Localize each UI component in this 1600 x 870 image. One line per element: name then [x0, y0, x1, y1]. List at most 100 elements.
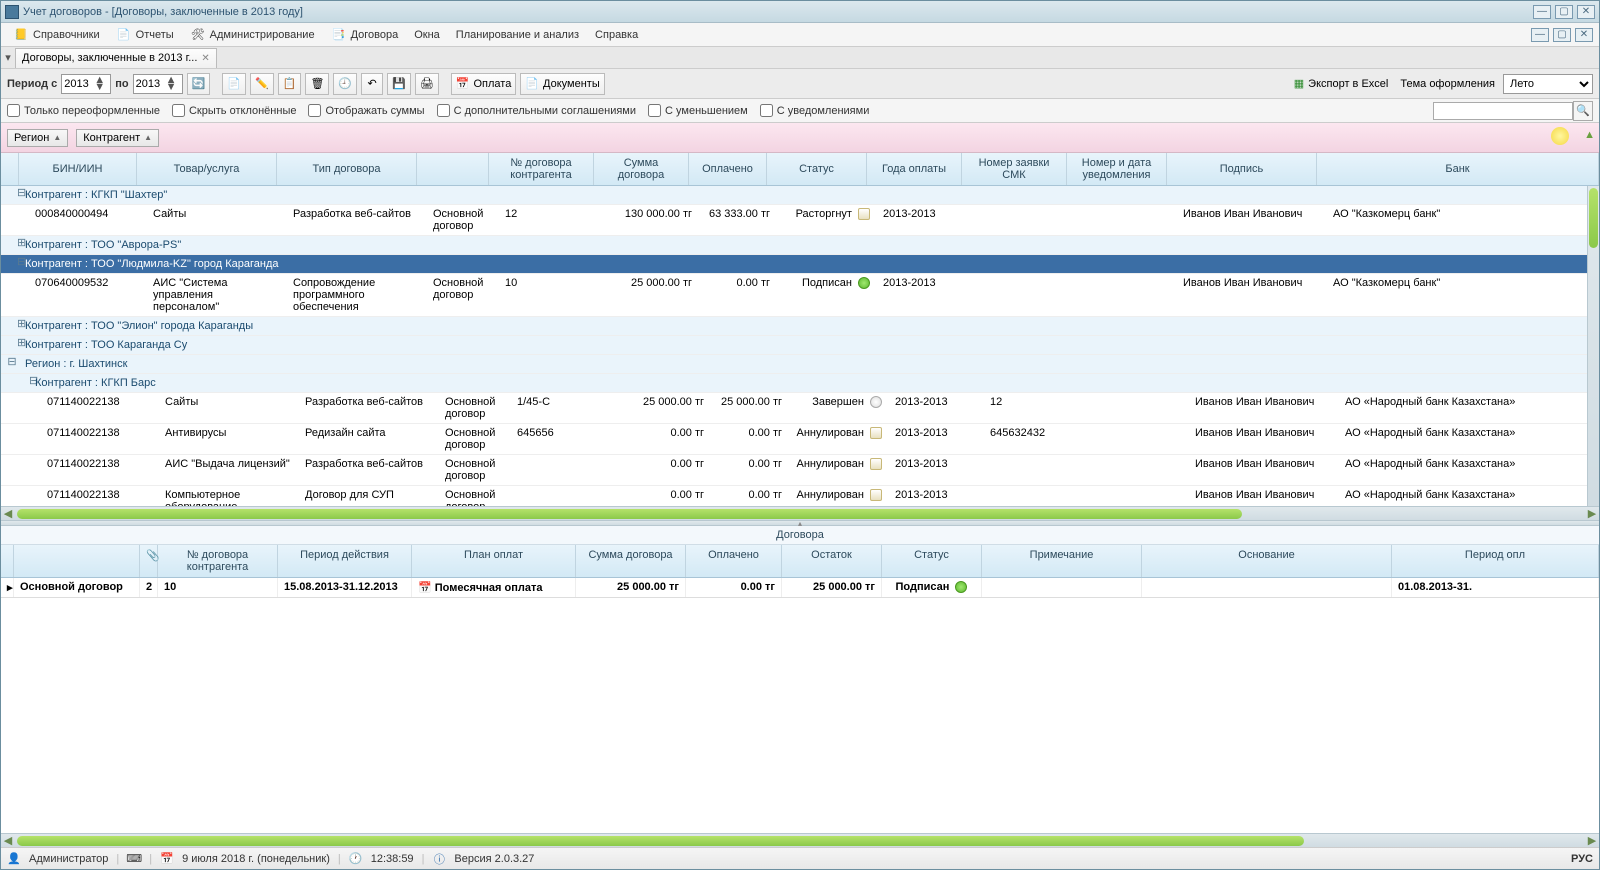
year-from-input[interactable]: ▲▼ [61, 74, 111, 94]
copy-button[interactable]: 📋 [278, 73, 302, 95]
expand-toggle[interactable]: ⊟ [1, 374, 29, 392]
delete-button[interactable]: 🗑 [305, 73, 329, 95]
col-paid[interactable]: Оплачено [689, 153, 767, 185]
detail-col-name[interactable] [14, 545, 140, 577]
col-status[interactable]: Статус [767, 153, 867, 185]
table-row[interactable]: 071140022138АнтивирусыРедизайн сайтаОсно… [1, 424, 1599, 455]
menu-admin[interactable]: 🛠Администрирование [184, 25, 321, 45]
maximize-button[interactable]: ▢ [1555, 5, 1573, 19]
mdi-close-button[interactable]: ✕ [1575, 28, 1593, 42]
scroll-left-arrow[interactable]: ◀ [1, 507, 15, 520]
theme-select[interactable]: Лето [1503, 74, 1593, 94]
expand-toggle[interactable]: ⊟ [1, 186, 19, 204]
group-row-counterparty[interactable]: ⊞Контрагент : ТОО "Аврора-PS" [1, 236, 1599, 255]
detail-col-ost[interactable]: Остаток [782, 545, 882, 577]
table-row[interactable]: 071140022138Компьютерное оборудованиеДог… [1, 486, 1599, 506]
filter-show-sums[interactable]: Отображать суммы [308, 104, 424, 117]
detail-col-attach[interactable]: 📎 [140, 545, 158, 577]
history-button[interactable]: 🕘 [333, 73, 357, 95]
mdi-restore-button[interactable]: ▢ [1553, 28, 1571, 42]
detail-horizontal-scrollbar[interactable]: ◀ ▶ [1, 833, 1599, 847]
filter-only-reformed[interactable]: Только переоформленные [7, 104, 160, 117]
expand-toggle[interactable]: ⊟ [1, 355, 19, 373]
hscroll-thumb[interactable] [17, 509, 1242, 519]
mdi-minimize-button[interactable]: — [1531, 28, 1549, 42]
status-lang[interactable]: РУС [1571, 853, 1593, 865]
print-button[interactable]: 🖨 [415, 73, 439, 95]
detail-row[interactable]: ▸ Основной договор 2 10 15.08.2013-31.12… [1, 578, 1599, 598]
menu-spravka[interactable]: Справка [589, 27, 644, 43]
col-years[interactable]: Года оплаты [867, 153, 962, 185]
scroll-right-arrow[interactable]: ▶ [1585, 507, 1599, 520]
documents-button[interactable]: 📄Документы [520, 73, 604, 95]
group-row-counterparty[interactable]: ⊟Контрагент : КГКП Барс [1, 374, 1599, 393]
scroll-left-arrow[interactable]: ◀ [1, 834, 15, 847]
tab-close-button[interactable]: ✕ [201, 53, 209, 64]
filter-with-addenda[interactable]: С дополнительными соглашениями [437, 104, 636, 117]
table-row[interactable]: 000840000494СайтыРазработка веб-сайтовОс… [1, 205, 1599, 236]
group-chip-region[interactable]: Регион▲ [7, 129, 68, 147]
search-input[interactable] [1433, 102, 1573, 120]
table-row[interactable]: 070640009532АИС "Система управления перс… [1, 274, 1599, 317]
group-chip-counterparty[interactable]: Контрагент▲ [76, 129, 159, 147]
minimize-button[interactable]: — [1533, 5, 1551, 19]
table-row[interactable]: 071140022138СайтыРазработка веб-сайтовОс… [1, 393, 1599, 424]
group-row-counterparty[interactable]: ⊞Контрагент : ТОО Караганда Су [1, 336, 1599, 355]
scroll-right-arrow[interactable]: ▶ [1585, 834, 1599, 847]
col-bin[interactable]: БИН/ИИН [19, 153, 137, 185]
detail-col-no[interactable]: № договора контрагента [158, 545, 278, 577]
detail-col-sum[interactable]: Сумма договора [576, 545, 686, 577]
scrollbar-thumb[interactable] [1589, 188, 1598, 248]
detail-col-basis[interactable]: Основание [1142, 545, 1392, 577]
detail-col-period[interactable]: Период действия [278, 545, 412, 577]
vertical-scrollbar[interactable] [1587, 186, 1599, 506]
year-to-input[interactable]: ▲▼ [133, 74, 183, 94]
filter-with-decrease[interactable]: С уменьшением [648, 104, 748, 117]
group-row-counterparty[interactable]: ⊟Контрагент : КГКП "Шахтер" [1, 186, 1599, 205]
group-row-counterparty[interactable]: ⊟Контрагент : ТОО "Людмила-KZ" город Кар… [1, 255, 1599, 274]
col-type[interactable]: Тип договора [277, 153, 417, 185]
tab-contracts-2013[interactable]: Договоры, заключенные в 2013 г... ✕ [15, 48, 217, 68]
grid-body[interactable]: ⊟Контрагент : КГКП "Шахтер"000840000494С… [1, 186, 1599, 506]
col-notif[interactable]: Номер и дата уведомления [1067, 153, 1167, 185]
expand-toggle[interactable]: ⊞ [1, 236, 19, 254]
scroll-up-arrow[interactable]: ▲ [1584, 129, 1595, 141]
detail-col-plan[interactable]: План оплат [412, 545, 576, 577]
search-button[interactable]: 🔍 [1573, 101, 1593, 121]
detail-col-note[interactable]: Примечание [982, 545, 1142, 577]
filter-with-notif[interactable]: С уведомлениями [760, 104, 870, 117]
col-bank[interactable]: Банк [1317, 153, 1599, 185]
filter-hide-declined[interactable]: Скрыть отклонённые [172, 104, 296, 117]
expand-toggle[interactable]: ⊞ [1, 336, 19, 354]
close-button[interactable]: ✕ [1577, 5, 1595, 19]
col-smk[interactable]: Номер заявки СМК [962, 153, 1067, 185]
new-button[interactable]: 📄 [222, 73, 246, 95]
menu-plan[interactable]: Планирование и анализ [450, 27, 585, 43]
menu-okna[interactable]: Окна [408, 27, 446, 43]
hscroll-thumb[interactable] [17, 836, 1304, 846]
col-sum[interactable]: Сумма договора [594, 153, 689, 185]
undo-button[interactable]: ↶ [361, 73, 383, 95]
menu-dogovora[interactable]: 📑Договора [325, 25, 405, 45]
refresh-button[interactable]: 🔄 [187, 73, 211, 95]
col-sign[interactable]: Подпись [1167, 153, 1317, 185]
detail-col-payperiod[interactable]: Период опл [1392, 545, 1599, 577]
detail-col-paid[interactable]: Оплачено [686, 545, 782, 577]
table-row[interactable]: 071140022138АИС "Выдача лицензий"Разрабо… [1, 455, 1599, 486]
expand-toggle[interactable]: ⊟ [1, 255, 19, 273]
menu-spravochniki[interactable]: 📒Справочники [7, 25, 106, 45]
group-row-region[interactable]: ⊟Регион : г. Шахтинск [1, 355, 1599, 374]
col-product[interactable]: Товар/услуга [137, 153, 277, 185]
edit-button[interactable]: ✏️ [250, 73, 274, 95]
col-no[interactable]: № договора контрагента [489, 153, 594, 185]
group-row-counterparty[interactable]: ⊞Контрагент : ТОО "Элион" города Караган… [1, 317, 1599, 336]
oplata-button[interactable]: Оплата [451, 73, 517, 95]
detail-col-status[interactable]: Статус [882, 545, 982, 577]
expand-toggle[interactable]: ⊞ [1, 317, 19, 335]
save-button[interactable]: 💾 [387, 73, 411, 95]
col-blank[interactable] [417, 153, 489, 185]
menu-otchety[interactable]: 📄Отчеты [110, 25, 180, 45]
tab-dropdown[interactable]: ▾ [1, 51, 15, 64]
export-excel-button[interactable]: ▦Экспорт в Excel [1290, 73, 1393, 95]
horizontal-scrollbar[interactable]: ◀ ▶ [1, 506, 1599, 520]
